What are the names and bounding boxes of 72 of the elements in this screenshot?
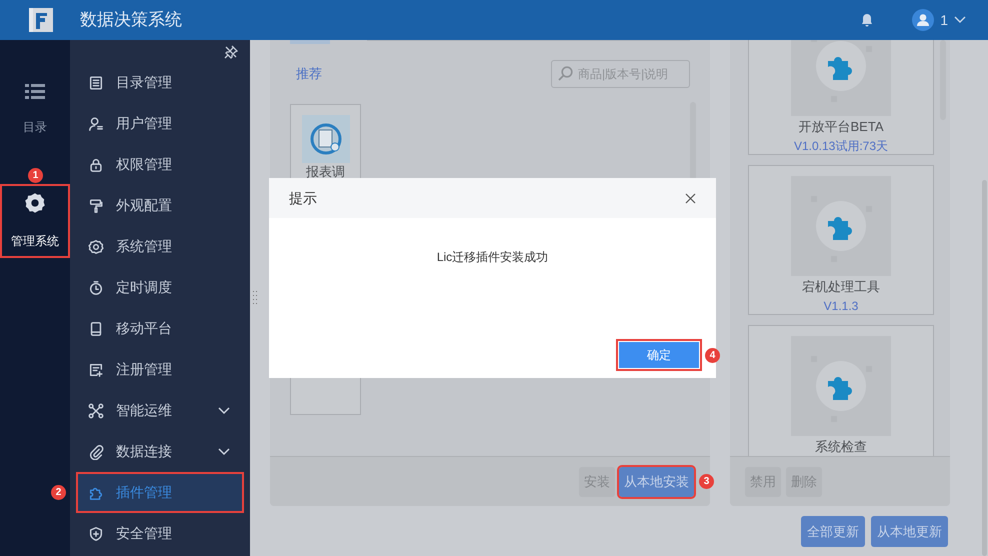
plugin-version: V1.1.3 (824, 298, 858, 314)
plugin-card[interactable]: 系统检查 (748, 325, 934, 456)
plugin-name: 报表调 (306, 165, 345, 179)
user-menu[interactable]: 1 (912, 9, 966, 31)
nav-rail-item[interactable]: 管理系统 (2, 186, 68, 256)
sidebar-item[interactable]: 外观配置 (78, 187, 242, 224)
plugin-card[interactable]: 开放平台BETA V1.0.13试用:73天 (748, 40, 934, 155)
avatar-icon (912, 9, 934, 31)
callout-badge: 3 (699, 474, 714, 488)
plugin-name: 开放平台BETA (798, 118, 884, 136)
plugin-card[interactable]: 宕机处理工具 V1.1.3 (748, 165, 934, 315)
sidebar-label: 用户管理 (116, 114, 173, 133)
sidebar-item[interactable]: 权限管理 (78, 146, 242, 183)
user-name: 1 (940, 10, 948, 30)
lock-icon (88, 156, 104, 172)
bell-icon[interactable] (860, 13, 874, 27)
callout-badge: 1 (28, 168, 43, 183)
settings-icon (88, 238, 104, 254)
sidebar-label: 权限管理 (116, 155, 173, 174)
search-icon (558, 66, 573, 81)
puzzle-tile-icon (791, 40, 891, 116)
sidebar-label: 定时调度 (116, 278, 173, 297)
sidebar-label: 注册管理 (116, 360, 173, 379)
stopwatch-icon (88, 280, 104, 296)
sidebar-item[interactable]: 智能运维 (78, 392, 242, 429)
resize-handle-icon[interactable] (252, 290, 258, 304)
network-icon (88, 402, 104, 418)
sidebar-label: 安全管理 (116, 524, 173, 543)
list-icon (88, 74, 104, 90)
register-icon (88, 362, 104, 378)
puzzle-tile-icon (791, 176, 891, 276)
paint-roller-icon (88, 198, 104, 214)
sidebar-item[interactable]: 安全管理 (78, 515, 242, 552)
settings-icon (24, 192, 46, 214)
sidebar-label: 目录管理 (116, 73, 173, 92)
sidebar-item[interactable]: 目录管理 (78, 64, 242, 101)
sidebar-label: 数据连接 (116, 442, 173, 461)
dialog-title: 提示 (289, 188, 317, 208)
rail-label: 管理系统 (11, 233, 59, 250)
puzzle-tile-icon (791, 336, 891, 436)
shield-icon (88, 526, 104, 542)
plugin-name: 系统检查 (815, 438, 867, 456)
sidebar-label: 移动平台 (116, 319, 173, 338)
logo-icon (26, 5, 56, 35)
sidebar-label: 插件管理 (116, 483, 173, 502)
nav-rail-item[interactable]: 目录 (2, 77, 68, 142)
plugin-name: 宕机处理工具 (802, 278, 880, 296)
callout-badge: 4 (705, 348, 720, 363)
scrollbar[interactable] (940, 40, 946, 120)
sidebar-label: 外观配置 (116, 196, 173, 215)
list-icon (25, 83, 45, 100)
rail-label: 目录 (23, 119, 47, 136)
user-icon (88, 116, 104, 132)
sidebar-item[interactable]: 数据连接 (78, 433, 242, 470)
phone-icon (88, 320, 104, 336)
close-icon[interactable] (685, 192, 696, 204)
confirm-button[interactable]: 确定 (619, 342, 699, 368)
sidebar-item[interactable]: 用户管理 (78, 105, 242, 142)
sidebar-item[interactable]: 系统管理 (78, 228, 242, 265)
sidebar-item[interactable]: 插件管理 (78, 474, 242, 511)
dialog-message: Lic迁移插件安装成功 (436, 249, 548, 266)
app-title: 数据决策系统 (80, 9, 182, 32)
sidebar-item[interactable]: 移动平台 (78, 310, 242, 347)
report-plugin-icon (302, 115, 350, 163)
chevron-down-icon (954, 16, 966, 24)
unpin-icon[interactable] (224, 45, 238, 59)
sidebar-item[interactable]: 注册管理 (78, 351, 242, 388)
sidebar-label: 系统管理 (116, 237, 173, 256)
sidebar-label: 智能运维 (116, 401, 173, 420)
sidebar-item[interactable]: 定时调度 (78, 269, 242, 306)
paperclip-icon (88, 444, 104, 460)
plugin-version: V1.0.13试用:73天 (794, 138, 888, 154)
